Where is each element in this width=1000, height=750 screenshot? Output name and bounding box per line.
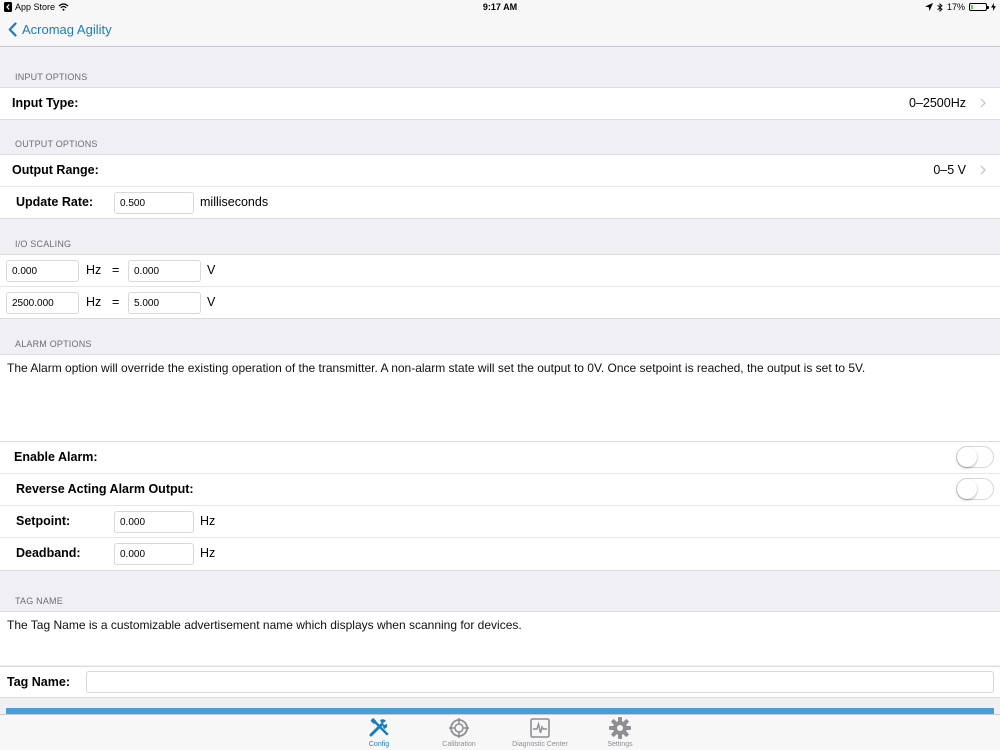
tag-name-header: TAG NAME	[15, 596, 63, 606]
io-scaling-row: Hz = V	[0, 287, 1000, 319]
equals-sign: =	[112, 263, 120, 277]
deadband-unit: Hz	[200, 546, 216, 560]
input-type-row[interactable]: Input Type: 0–2500Hz	[0, 88, 1000, 120]
setpoint-unit: Hz	[200, 514, 216, 528]
deadband-label: Deadband:	[16, 546, 81, 560]
status-right: 17%	[924, 2, 996, 12]
back-button-label: Acromag Agility	[22, 22, 112, 37]
setpoint-input[interactable]	[114, 511, 194, 533]
battery-level	[971, 5, 974, 9]
output-range-label: Output Range:	[12, 163, 99, 177]
update-rate-label: Update Rate:	[16, 195, 94, 209]
update-rate-unit: milliseconds	[200, 195, 269, 209]
tab-calibration[interactable]: Calibration	[419, 717, 499, 748]
enable-alarm-label: Enable Alarm:	[14, 450, 98, 464]
output-options-header: OUTPUT OPTIONS	[15, 139, 98, 149]
io-scaling-group: Hz = V Hz = V	[0, 254, 1000, 319]
tools-icon	[339, 717, 419, 739]
gear-icon	[580, 717, 660, 739]
status-time: 9:17 AM	[482, 2, 518, 12]
setpoint-row: Setpoint: Hz	[0, 506, 1000, 538]
location-icon	[924, 3, 933, 11]
waveform-icon	[500, 717, 580, 739]
alarm-options-group: Enable Alarm: Reverse Acting Alarm Outpu…	[0, 441, 1000, 571]
toggle-knob	[957, 447, 977, 467]
scale-output-unit: V	[207, 295, 216, 309]
reverse-alarm-row: Reverse Acting Alarm Output:	[0, 474, 1000, 506]
toggle-knob	[957, 479, 977, 499]
tab-diagnostic-label: Diagnostic Center	[512, 741, 568, 748]
scale-input-unit: Hz	[86, 295, 102, 309]
config-content[interactable]: INPUT OPTIONS Input Type: 0–2500Hz OUTPU…	[0, 48, 1000, 714]
tab-settings[interactable]: Settings	[580, 717, 660, 748]
chevron-right-icon	[980, 98, 986, 111]
tab-config[interactable]: Config	[339, 717, 419, 748]
tag-name-group: Tag Name:	[0, 666, 1000, 698]
input-type-value: 0–2500Hz	[909, 96, 966, 110]
deadband-row: Deadband: Hz	[0, 538, 1000, 570]
tag-name-input[interactable]	[86, 671, 994, 693]
tag-name-label: Tag Name:	[7, 675, 70, 689]
scale-output-low[interactable]	[128, 260, 201, 282]
alarm-description: The Alarm option will override the exist…	[7, 361, 866, 375]
update-rate-row: Update Rate: milliseconds	[0, 187, 1000, 219]
tab-settings-label: Settings	[607, 741, 633, 748]
bluetooth-icon	[937, 2, 943, 12]
enable-alarm-toggle[interactable]	[956, 446, 994, 468]
battery-icon	[969, 3, 989, 11]
input-options-group: Input Type: 0–2500Hz	[0, 87, 1000, 120]
input-options-header: INPUT OPTIONS	[15, 72, 88, 82]
scale-input-unit: Hz	[86, 263, 102, 277]
back-button[interactable]: Acromag Agility	[8, 22, 112, 37]
tag-description: The Tag Name is a customizable advertise…	[7, 618, 522, 632]
tab-config-label: Config	[368, 741, 390, 748]
output-range-value: 0–5 V	[933, 163, 966, 177]
scale-output-unit: V	[207, 263, 216, 277]
io-scaling-header: I/O SCALING	[15, 239, 72, 249]
chevron-right-icon	[980, 165, 986, 178]
chevron-left-icon	[8, 22, 17, 37]
setpoint-label: Setpoint:	[16, 514, 71, 528]
tab-calibration-label: Calibration	[442, 741, 476, 748]
navigation-bar: Acromag Agility	[0, 16, 1000, 47]
update-rate-input[interactable]	[114, 192, 194, 214]
input-type-label: Input Type:	[12, 96, 79, 110]
tag-description-block: The Tag Name is a customizable advertise…	[0, 611, 1000, 665]
scale-output-high[interactable]	[128, 292, 201, 314]
scale-input-low[interactable]	[6, 260, 79, 282]
crosshair-icon	[419, 717, 499, 739]
charging-icon	[991, 3, 996, 11]
alarm-options-header: ALARM OPTIONS	[15, 339, 92, 349]
output-range-row[interactable]: Output Range: 0–5 V	[0, 155, 1000, 187]
output-options-group: Output Range: 0–5 V Update Rate: millise…	[0, 154, 1000, 219]
battery-percent: 17%	[946, 2, 965, 12]
alarm-description-block: The Alarm option will override the exist…	[0, 354, 1000, 442]
deadband-input[interactable]	[114, 543, 194, 565]
tab-bar: Config Calibration Diagnostic Center Set…	[0, 714, 1000, 750]
tab-diagnostic-center[interactable]: Diagnostic Center	[500, 717, 580, 748]
reverse-alarm-toggle[interactable]	[956, 478, 994, 500]
scale-input-high[interactable]	[6, 292, 79, 314]
status-bar: App Store 9:17 AM 17%	[0, 0, 1000, 16]
equals-sign: =	[112, 295, 120, 309]
io-scaling-row: Hz = V	[0, 255, 1000, 287]
enable-alarm-row: Enable Alarm:	[0, 442, 1000, 474]
tag-name-row: Tag Name:	[0, 667, 1000, 699]
reverse-alarm-label: Reverse Acting Alarm Output:	[16, 482, 194, 496]
